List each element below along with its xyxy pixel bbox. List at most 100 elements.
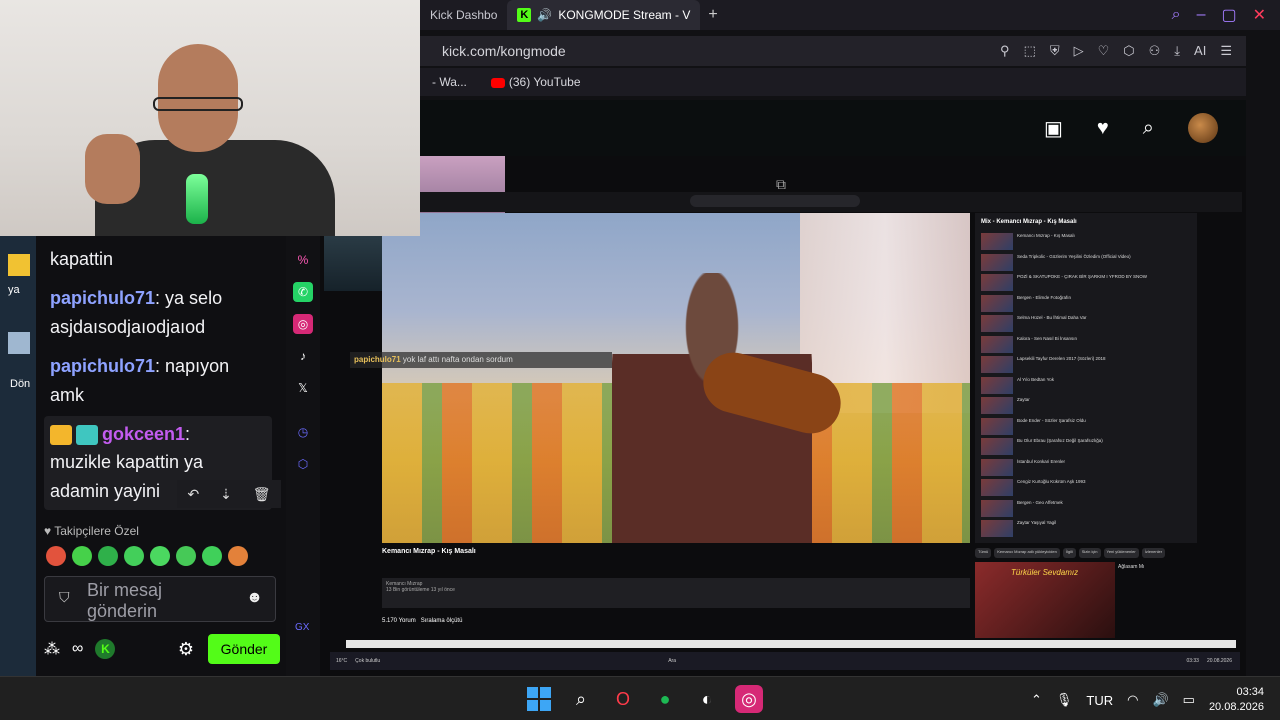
emote-icon[interactable] xyxy=(176,546,196,566)
chat-input-placeholder[interactable]: Bir mesaj gönderin xyxy=(87,580,207,622)
url-text[interactable]: kick.com/kongmode xyxy=(442,43,566,59)
wifi-icon[interactable]: ◠ xyxy=(1127,692,1138,708)
pin-icon[interactable]: ⚲ xyxy=(1000,43,1010,59)
mic-icon[interactable]: 🎙 xyxy=(1056,692,1073,708)
emoji-icon[interactable]: ☻ xyxy=(246,589,263,607)
profile-icon[interactable]: ⚇ xyxy=(1149,43,1161,59)
tab-kick-dashboard[interactable]: Kick Dashbo xyxy=(420,0,507,30)
chat-username[interactable]: papichulo71 xyxy=(50,288,155,308)
send-button[interactable]: Gönder xyxy=(208,634,280,664)
filter-chip[interactable]: İlgili xyxy=(1062,548,1076,558)
mix-item[interactable]: Kemancı Mızrap - Kış Masalı xyxy=(975,231,1197,252)
mix-item[interactable]: Kalora - Sen Nasıl Bi İnsansın xyxy=(975,334,1197,355)
filter-chip[interactable]: İzlenenler xyxy=(1141,548,1166,558)
play-icon[interactable]: ▷ xyxy=(1074,43,1084,59)
mix-item[interactable]: Cengiz Kurtoğlu Kükrüm Aşk 1993 xyxy=(975,477,1197,498)
reply-icon[interactable]: ↶ xyxy=(187,486,199,503)
tab-label: KONGMODE Stream - V xyxy=(558,8,691,22)
mix-item[interactable]: Bergen - Elimde Fotoğrafın xyxy=(975,293,1197,314)
mix-item[interactable]: POZİ & SKATUPOKE - ÇIRAK BİR ŞARKIM I YF… xyxy=(975,272,1197,293)
instagram-icon[interactable]: ◎ xyxy=(293,314,313,334)
mix-item[interactable]: Bode Ender - Sözler Şarafsiz Oldu xyxy=(975,416,1197,437)
mix-item[interactable]: Zaytar Yaşıyal Yagil xyxy=(975,518,1197,539)
mix-item[interactable]: Lapsekili Tayfur Derelen 2017 (Sözleri) … xyxy=(975,354,1197,375)
gx-label[interactable]: GX xyxy=(295,622,309,633)
mix-item[interactable]: Zaytar xyxy=(975,395,1197,416)
chat-message: kapattin xyxy=(50,245,113,274)
folder-icon[interactable] xyxy=(8,254,30,276)
filter-chip[interactable]: Yeni yüklenenler xyxy=(1103,548,1139,558)
emote-icon[interactable] xyxy=(46,546,66,566)
clips-icon[interactable]: ▣ xyxy=(1044,116,1063,141)
clock[interactable]: 03:34 20.08.2026 xyxy=(1209,685,1264,715)
emote-icon[interactable] xyxy=(228,546,248,566)
opera-gx-icon[interactable]: O xyxy=(609,685,637,713)
whatsapp-icon[interactable]: ✆ xyxy=(293,282,313,302)
minimize-icon[interactable]: – xyxy=(1197,6,1206,24)
speaker-icon[interactable]: 🔊 xyxy=(537,8,552,22)
mix-item[interactable]: İstanbul Konkari Erenler xyxy=(975,457,1197,478)
search-icon[interactable]: ⌕ xyxy=(1143,117,1154,140)
maximize-icon[interactable]: ▢ xyxy=(1221,5,1236,25)
points-icon[interactable]: ⁂ xyxy=(44,639,60,659)
chat-username[interactable]: gokceen1 xyxy=(102,424,185,444)
mix-thumbnail xyxy=(981,397,1013,414)
emote-icon[interactable] xyxy=(72,546,92,566)
expand-icon[interactable]: ⧉ xyxy=(776,176,786,193)
clock-icon[interactable]: ◷ xyxy=(293,422,313,442)
spotify-icon[interactable]: ● xyxy=(651,685,679,713)
kick-badge-icon[interactable]: K xyxy=(95,639,116,659)
filter-chip[interactable]: Sizin için xyxy=(1078,548,1101,558)
steam-icon[interactable]: ◐ xyxy=(693,685,721,713)
chat-username[interactable]: papichulo71 xyxy=(50,356,155,376)
x-icon[interactable]: 𝕏 xyxy=(293,378,313,398)
battery-icon[interactable]: ▭ xyxy=(1183,692,1195,708)
menu-icon[interactable]: ☰ xyxy=(1220,43,1232,59)
chat-input[interactable]: ⛉ Bir mesaj gönderin ☻ xyxy=(44,576,276,622)
emote-icon[interactable] xyxy=(124,546,144,566)
mix-item[interactable]: Seda Tripkolic - Gözlerim Yeşilini Özled… xyxy=(975,252,1197,273)
mix-item[interactable]: Bu Olur Ebrau (Şarafsız Değil Şarafsızlı… xyxy=(975,436,1197,457)
mix-thumbnail xyxy=(981,479,1013,496)
emote-icon[interactable] xyxy=(150,546,170,566)
chevron-up-icon[interactable]: ⌃ xyxy=(1031,692,1042,708)
heart-icon[interactable]: ♡ xyxy=(1098,43,1110,59)
mix-item[interactable]: Bergen - Geo Affetmek xyxy=(975,498,1197,519)
bookmark-wa[interactable]: - Wa... xyxy=(432,75,467,89)
filter-chip[interactable]: Tümü xyxy=(975,548,992,558)
tiktok-icon[interactable]: ♪ xyxy=(293,346,313,366)
new-tab-icon[interactable]: + xyxy=(700,6,725,24)
followers-only-label: ♥ Takipçilere Özel xyxy=(44,524,139,538)
extensions-icon[interactable]: ⬡ xyxy=(1123,43,1134,59)
delete-icon[interactable]: 🗑 xyxy=(253,486,271,503)
emote-icon[interactable] xyxy=(202,546,222,566)
settings-icon[interactable]: ⬡ xyxy=(293,454,313,474)
start-button[interactable] xyxy=(525,685,553,713)
bookmark-youtube[interactable]: (36) YouTube xyxy=(490,75,581,89)
close-icon[interactable]: ✕ xyxy=(1253,5,1266,25)
instagram-icon[interactable]: ◎ xyxy=(735,685,763,713)
language-indicator[interactable]: TUR xyxy=(1086,693,1113,708)
percent-icon[interactable]: % xyxy=(293,250,313,270)
gear-icon[interactable]: ⚙ xyxy=(178,639,194,660)
recycle-bin-icon[interactable] xyxy=(8,332,30,354)
filter-chip[interactable]: Kemancı Mızrap adlı yükleyiciden xyxy=(994,548,1060,558)
mix-thumbnail xyxy=(981,458,1013,476)
mix-item[interactable]: Selma Hüzel - Bu İhtimal Daha Var xyxy=(975,313,1197,334)
tab-kongmode-stream[interactable]: K 🔊 KONGMODE Stream - V xyxy=(507,0,701,30)
shield-icon[interactable]: ⛨ xyxy=(1050,43,1060,59)
emote-icon[interactable] xyxy=(98,546,118,566)
download-icon[interactable]: ⤓ xyxy=(1174,43,1180,59)
microphone xyxy=(186,174,208,224)
search-icon[interactable]: ⌕ xyxy=(1172,6,1181,24)
following-heart-icon[interactable]: ♥ xyxy=(1097,117,1109,140)
avatar[interactable] xyxy=(1188,113,1218,143)
ai-button[interactable]: AI xyxy=(1194,43,1206,59)
volume-icon[interactable]: 🔊 xyxy=(1152,692,1168,708)
infinity-icon[interactable]: ∞ xyxy=(72,640,83,658)
search-icon[interactable]: ⌕ xyxy=(567,685,595,713)
pin-icon[interactable]: ⇣ xyxy=(220,486,232,503)
mix-item[interactable]: Al Yılo Bedtan Yok xyxy=(975,375,1197,396)
address-bar[interactable]: kick.com/kongmode ⚲ ⬚ ⛨ ▷ ♡ ⬡ ⚇ ⤓ AI ☰ xyxy=(420,36,1246,66)
snapshot-icon[interactable]: ⬚ xyxy=(1024,43,1036,59)
